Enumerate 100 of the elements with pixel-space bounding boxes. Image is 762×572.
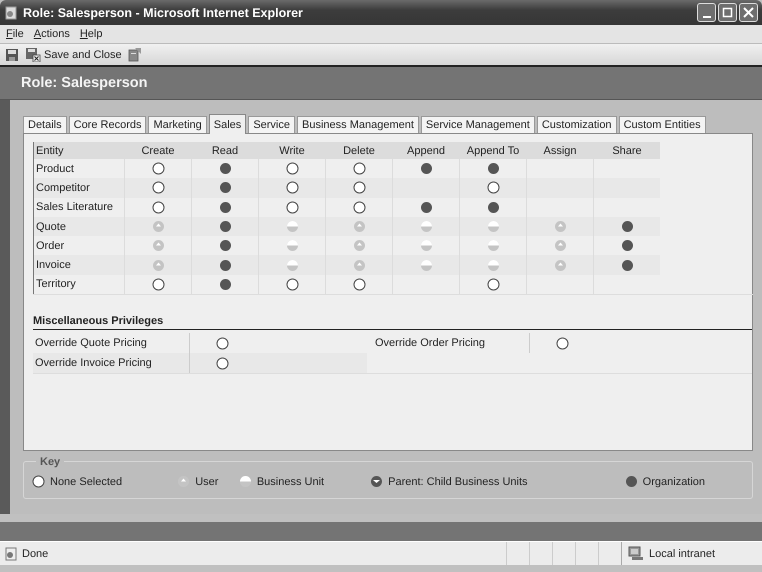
access-level-icon <box>286 220 298 234</box>
privilege-label: Override Order Pricing <box>375 337 486 350</box>
tab[interactable]: Custom Entities <box>618 116 706 133</box>
legend-label: User <box>195 476 218 488</box>
menu-item[interactable]: Help <box>80 28 102 40</box>
maximize-button[interactable] <box>718 3 737 22</box>
entity-name: Product <box>36 162 74 175</box>
access-level-icon <box>218 258 232 272</box>
tab[interactable]: Service <box>248 116 295 133</box>
column-header: Write <box>279 144 305 156</box>
access-level-icon <box>420 162 432 176</box>
access-level-icon <box>152 200 164 214</box>
access-level-icon <box>216 336 229 350</box>
access-level-icon <box>152 258 164 272</box>
access-level-icon <box>486 162 500 176</box>
page-icon <box>4 6 18 20</box>
network-computer-icon <box>628 546 644 561</box>
access-level-icon <box>32 475 45 488</box>
tab[interactable]: Marketing <box>148 116 207 133</box>
access-level-icon <box>218 239 232 252</box>
access-level-icon <box>620 258 634 272</box>
access-level-icon <box>554 258 566 272</box>
access-level-icon <box>352 162 366 176</box>
access-level-icon <box>352 278 366 291</box>
access-level-icon <box>152 181 164 194</box>
access-level-icon <box>420 200 432 214</box>
access-level-icon <box>554 220 566 234</box>
window-title: Role: Salesperson - Microsoft Internet Explorer <box>23 6 304 20</box>
document-arrow-icon[interactable] <box>128 47 142 62</box>
access-level-icon <box>286 162 298 176</box>
zone-label: Local intranet <box>649 548 716 560</box>
tab[interactable]: Core Records <box>68 116 146 133</box>
entity-name: Competitor <box>36 182 90 194</box>
legend-label: Business Unit <box>256 476 324 488</box>
access-level-icon <box>352 239 366 252</box>
entity-name: Order <box>36 240 64 252</box>
access-level-icon <box>486 220 500 234</box>
access-level-icon <box>620 239 634 252</box>
legend-label: Parent: Child Business Units <box>388 476 528 488</box>
access-level-icon <box>624 475 638 488</box>
privilege-label: Override Quote Pricing <box>35 337 147 350</box>
access-level-icon <box>286 239 298 252</box>
legend-title: Key <box>36 456 64 468</box>
access-level-icon <box>352 181 366 194</box>
access-level-icon <box>352 200 366 214</box>
access-level-icon <box>370 475 384 488</box>
access-level-icon <box>554 239 566 252</box>
access-level-icon <box>352 220 366 234</box>
floppy-close-icon <box>25 47 41 62</box>
entity-name: Invoice <box>36 259 71 272</box>
column-header: Entity <box>36 144 64 156</box>
close-button[interactable] <box>739 3 758 22</box>
column-header: Append To <box>466 144 520 156</box>
access-level-icon <box>177 475 190 488</box>
access-level-icon <box>486 278 500 291</box>
status-text: Done <box>22 548 48 560</box>
access-level-icon <box>238 475 252 488</box>
column-header: Delete <box>343 144 375 156</box>
save-and-close-button[interactable]: Save and Close <box>25 47 122 62</box>
access-level-icon <box>218 162 232 176</box>
legend-label: Organization <box>642 476 706 488</box>
privilege-label: Override Invoice Pricing <box>35 357 152 370</box>
menu-item[interactable]: File <box>6 28 24 40</box>
access-level-icon <box>218 278 232 291</box>
access-level-icon <box>152 239 164 252</box>
column-header: Assign <box>543 144 577 156</box>
menu-item[interactable]: Actions <box>34 28 70 40</box>
close-icon <box>743 7 754 18</box>
access-level-icon <box>286 278 298 291</box>
access-level-icon <box>286 200 298 214</box>
access-level-icon <box>420 239 432 252</box>
access-level-icon <box>286 181 298 194</box>
page-icon <box>4 546 18 560</box>
minimize-button[interactable] <box>697 3 716 22</box>
tab[interactable]: Details <box>23 116 67 133</box>
access-level-icon <box>486 239 500 252</box>
access-level-icon <box>216 356 229 370</box>
section-heading: Miscellaneous Privileges <box>33 315 752 330</box>
access-level-icon <box>486 181 500 194</box>
access-level-icon <box>218 220 232 234</box>
maximize-icon <box>722 7 733 18</box>
access-level-icon <box>620 220 634 234</box>
entity-name: Quote <box>36 220 66 233</box>
entity-name: Territory <box>36 278 76 290</box>
access-level-icon <box>218 200 232 214</box>
page-heading: Role: Salesperson <box>21 75 148 91</box>
access-level-icon <box>420 258 432 272</box>
column-header: Share <box>612 144 642 156</box>
access-level-icon <box>420 220 432 234</box>
column-header: Read <box>212 144 238 156</box>
access-level-icon <box>352 258 366 272</box>
tab[interactable]: Sales <box>208 114 246 134</box>
access-level-icon <box>286 258 298 272</box>
access-level-icon <box>486 258 500 272</box>
minimize-icon <box>702 16 710 18</box>
tab[interactable]: Customization <box>536 116 617 133</box>
access-level-icon <box>152 220 164 234</box>
tab[interactable]: Business Management <box>297 116 419 133</box>
access-level-icon <box>486 200 500 214</box>
tab[interactable]: Service Management <box>420 116 535 133</box>
